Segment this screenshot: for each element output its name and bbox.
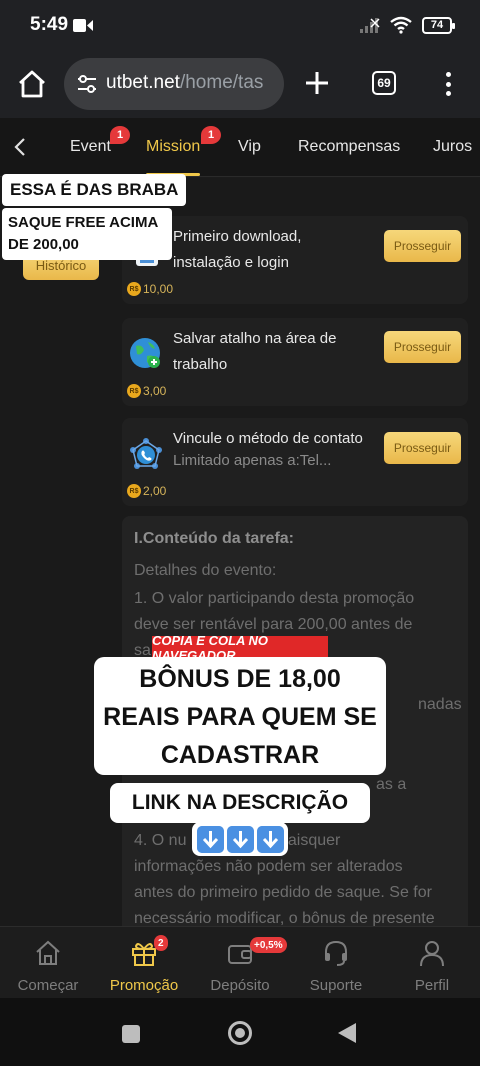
- url-bar[interactable]: utbet.net/home/tas: [64, 58, 284, 110]
- nav-label: Começar: [17, 977, 79, 994]
- description-line: deve ser rentável para 200,00 antes de: [134, 616, 413, 633]
- url-text[interactable]: utbet.net/home/tas: [106, 72, 278, 94]
- task-reward-amount: 2,00: [143, 484, 167, 498]
- system-nav-bar: [0, 998, 480, 1066]
- nav-label: Promoção: [109, 977, 179, 994]
- nav-badge: +0,5%: [250, 937, 287, 953]
- overlay-caption: ESSA É DAS BRABA: [2, 174, 187, 206]
- overlay-caption: SAQUE FREE ACIMA DE 200,00: [2, 208, 172, 260]
- battery-icon: 74: [422, 16, 455, 34]
- globe-icon: [130, 338, 160, 368]
- task-card: Primeiro download, instalação e login R$…: [122, 216, 468, 304]
- wifi-icon: [390, 16, 412, 34]
- description-line: antes do primeiro pedido de saque. Se fo…: [134, 884, 432, 901]
- status-time: 5:49: [30, 14, 69, 35]
- phone-icon: [130, 438, 162, 469]
- down-arrow-icon: [256, 825, 284, 853]
- nav-promocao[interactable]: 2 Promoção: [96, 935, 192, 995]
- overlay-link-caption: LINK NA DESCRIÇÃO: [110, 783, 370, 823]
- nav-label: Depósito: [210, 977, 270, 994]
- url-path: /home/tas: [179, 72, 264, 93]
- task-reward: R$ 2,00: [127, 484, 166, 498]
- task-title: Primeiro download, instalação e login: [173, 228, 302, 271]
- task-reward-amount: 10,00: [143, 282, 174, 296]
- task-reward: R$ 10,00: [127, 282, 173, 296]
- description-line: as a: [376, 776, 407, 793]
- nav-badge: 2: [154, 935, 168, 951]
- tab-switcher-button[interactable]: 69: [372, 71, 396, 95]
- prosseguir-button[interactable]: Prosseguir: [384, 230, 461, 262]
- home-circle-icon[interactable]: [228, 1021, 252, 1045]
- task-card: Vincule o método de contato Limitado ape…: [122, 418, 468, 506]
- down-arrow-icon: [226, 825, 254, 853]
- video-camera-icon: [73, 19, 93, 32]
- overlay-bonus-line: REAIS PARA QUEM SE: [103, 703, 377, 731]
- site-settings-icon[interactable]: [76, 74, 98, 94]
- new-tab-plus-icon[interactable]: [302, 68, 332, 98]
- task-title: Salvar atalho na área de trabalho: [173, 330, 337, 373]
- down-arrow-icon: [196, 825, 224, 853]
- signal-icon: [360, 18, 380, 33]
- browser-toolbar: utbet.net/home/tas 69: [0, 52, 480, 118]
- tab-juros[interactable]: Juros: [433, 138, 472, 156]
- tab-mission-badge: 1: [201, 126, 221, 144]
- profile-icon: [420, 941, 444, 967]
- description-title: I.Conteúdo da tarefa:: [134, 530, 295, 547]
- coin-icon: R$: [127, 282, 141, 296]
- headset-icon: [325, 940, 347, 966]
- prosseguir-button[interactable]: Prosseguir: [384, 432, 461, 464]
- tab-event-badge: 1: [110, 126, 130, 144]
- description-line: Detalhes do evento:: [134, 562, 277, 579]
- nav-perfil[interactable]: Perfil: [384, 935, 480, 995]
- overlay-bonus-line: CADASTRAR: [160, 741, 320, 769]
- status-bar: 5:49 74: [0, 0, 480, 52]
- tab-nav: Event 1 Mission 1 Vip Recompensas Juros: [0, 118, 480, 177]
- url-domain: utbet.net: [106, 72, 180, 93]
- back-triangle-icon[interactable]: [338, 1023, 356, 1043]
- task-subtitle: Limitado apenas a:Tel...: [173, 452, 332, 469]
- task-reward: R$ 3,00: [127, 384, 166, 398]
- status-icons: 74: [360, 16, 455, 34]
- tab-recompensas[interactable]: Recompensas: [298, 138, 400, 156]
- coin-icon: R$: [127, 484, 141, 498]
- task-reward-amount: 3,00: [143, 384, 167, 398]
- nav-suporte[interactable]: Suporte: [288, 935, 384, 995]
- tab-vip[interactable]: Vip: [238, 138, 261, 156]
- prosseguir-button[interactable]: Prosseguir: [384, 331, 461, 363]
- down-arrows: [192, 822, 288, 856]
- description-line: 1. O valor participando desta promoção: [134, 590, 415, 607]
- overflow-menu-icon[interactable]: [436, 68, 460, 100]
- chevron-left-icon[interactable]: [10, 136, 32, 158]
- overlay-bonus-caption: BÔNUS DE 18,00 REAIS PARA QUEM SE CADAST…: [94, 657, 386, 775]
- nav-deposito[interactable]: +0,5% Depósito: [192, 935, 288, 995]
- bottom-nav: Começar 2 Promoção +0,5% Depósito Suport…: [0, 926, 480, 998]
- overlay-bonus-line: BÔNUS DE 18,00: [139, 665, 341, 693]
- home-icon[interactable]: [16, 68, 48, 100]
- battery-level: 74: [430, 19, 444, 31]
- description-line: nadas: [418, 696, 462, 713]
- task-card: Salvar atalho na área de trabalho R$ 3,0…: [122, 318, 468, 406]
- nav-label: Perfil: [414, 977, 450, 994]
- coin-icon: R$: [127, 384, 141, 398]
- tab-event[interactable]: Event: [70, 138, 111, 156]
- nav-comecar[interactable]: Começar: [0, 935, 96, 995]
- home-icon: [36, 940, 60, 965]
- task-title: Vincule o método de contato: [173, 430, 363, 447]
- description-line: informações não podem ser alterados: [134, 858, 403, 875]
- nav-label: Suporte: [309, 977, 363, 994]
- description-line: necessário modificar, o bônus de present…: [134, 910, 435, 926]
- recent-apps-icon[interactable]: [122, 1025, 140, 1043]
- tab-mission[interactable]: Mission: [146, 138, 200, 156]
